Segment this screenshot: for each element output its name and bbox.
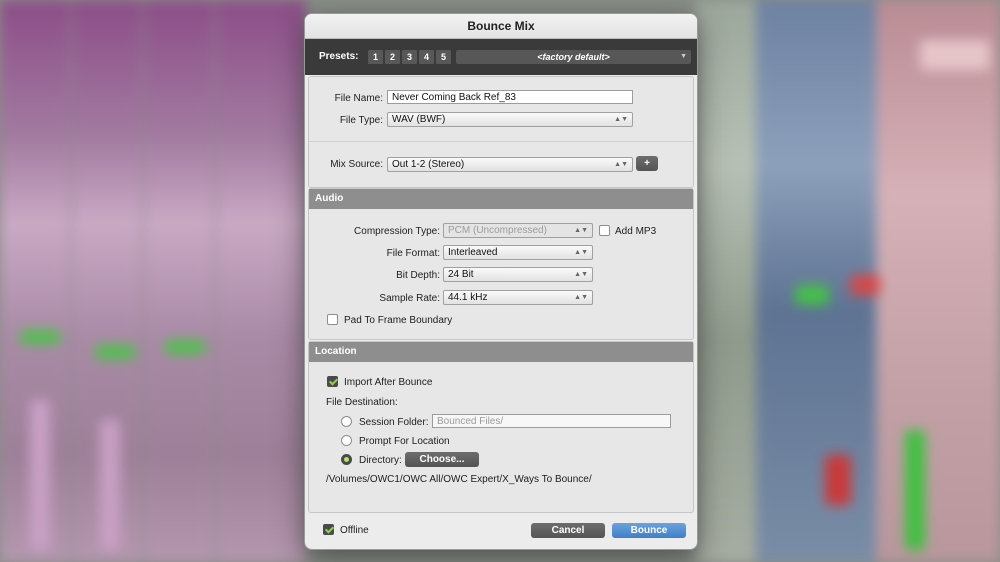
pad-to-frame-label: Pad To Frame Boundary (344, 315, 453, 326)
sample-rate-label: Sample Rate: (379, 293, 440, 304)
audio-section-header: Audio (309, 189, 693, 209)
preset-button-2[interactable]: 2 (385, 50, 400, 64)
add-mp3-checkbox[interactable] (599, 225, 610, 236)
import-after-bounce-label: Import After Bounce (344, 377, 433, 388)
file-format-select[interactable]: Interleaved ▲▼ (443, 245, 593, 260)
preset-button-3[interactable]: 3 (402, 50, 417, 64)
mix-source-label: Mix Source: (330, 159, 383, 170)
mix-source-value: Out 1-2 (Stereo) (392, 159, 465, 170)
bit-depth-select[interactable]: 24 Bit ▲▼ (443, 267, 593, 282)
directory-radio[interactable] (341, 454, 352, 465)
preset-select-value: <factory default> (537, 52, 610, 62)
offline-checkbox[interactable] (323, 524, 334, 535)
preset-button-1[interactable]: 1 (368, 50, 383, 64)
audio-panel: Audio Compression Type: PCM (Uncompresse… (308, 188, 694, 340)
directory-label: Directory: (359, 455, 402, 466)
bit-depth-value: 24 Bit (448, 269, 474, 280)
directory-path: /Volumes/OWC1/OWC All/OWC Expert/X_Ways … (326, 474, 592, 485)
preset-button-5[interactable]: 5 (436, 50, 451, 64)
file-destination-label: File Destination: (326, 397, 398, 408)
cancel-button[interactable]: Cancel (531, 523, 605, 538)
offline-label: Offline (340, 525, 369, 536)
file-panel: File Name: Never Coming Back Ref_83 File… (308, 76, 694, 188)
location-panel: Location Import After Bounce File Destin… (308, 341, 694, 513)
chevron-down-icon: ▲▼ (574, 294, 588, 301)
import-after-bounce-checkbox[interactable] (327, 376, 338, 387)
file-type-value: WAV (BWF) (392, 114, 446, 125)
presets-bar: Presets: 1 2 3 4 5 <factory default> ▼ (305, 39, 697, 75)
file-name-input[interactable]: Never Coming Back Ref_83 (387, 90, 633, 104)
chevron-down-icon: ▲▼ (574, 271, 588, 278)
prompt-for-location-radio[interactable] (341, 435, 352, 446)
session-folder-label: Session Folder: (359, 417, 429, 428)
prompt-for-location-label: Prompt For Location (359, 436, 450, 447)
chevron-down-icon: ▲▼ (614, 116, 628, 123)
location-section-header: Location (309, 342, 693, 362)
bit-depth-label: Bit Depth: (396, 270, 440, 281)
session-folder-input: Bounced Files/ (432, 414, 671, 428)
bounce-button[interactable]: Bounce (612, 523, 686, 538)
file-format-label: File Format: (386, 248, 440, 259)
chevron-down-icon: ▲▼ (574, 249, 588, 256)
dialog-title: Bounce Mix (305, 14, 697, 39)
chevron-down-icon: ▲▼ (614, 161, 628, 168)
add-mp3-label: Add MP3 (615, 226, 657, 237)
pad-to-frame-checkbox[interactable] (327, 314, 338, 325)
sample-rate-value: 44.1 kHz (448, 292, 488, 303)
chevron-down-icon: ▲▼ (574, 227, 588, 234)
file-type-select[interactable]: WAV (BWF) ▲▼ (387, 112, 633, 127)
preset-select[interactable]: <factory default> ▼ (456, 50, 691, 64)
compression-type-value: PCM (Uncompressed) (448, 225, 547, 236)
chevron-down-icon: ▼ (680, 53, 687, 60)
session-folder-radio[interactable] (341, 416, 352, 427)
add-mix-source-button[interactable]: + (636, 156, 658, 171)
presets-label: Presets: (319, 51, 359, 62)
compression-type-label: Compression Type: (354, 226, 440, 237)
file-type-label: File Type: (339, 115, 383, 126)
sample-rate-select[interactable]: 44.1 kHz ▲▼ (443, 290, 593, 305)
compression-type-select: PCM (Uncompressed) ▲▼ (443, 223, 593, 238)
mix-source-select[interactable]: Out 1-2 (Stereo) ▲▼ (387, 157, 633, 172)
file-format-value: Interleaved (448, 247, 498, 258)
choose-directory-button[interactable]: Choose... (405, 452, 479, 467)
bounce-mix-dialog: Bounce Mix Presets: 1 2 3 4 5 <factory d… (304, 13, 698, 550)
file-name-label: File Name: (334, 93, 383, 104)
divider (309, 141, 693, 142)
preset-button-4[interactable]: 4 (419, 50, 434, 64)
